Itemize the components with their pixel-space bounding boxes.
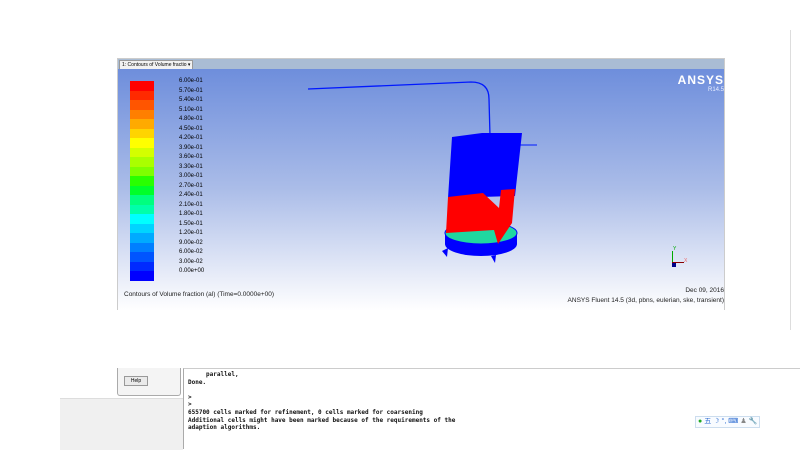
scrollbar[interactable] bbox=[790, 30, 800, 330]
axis-triad: Y X bbox=[670, 246, 690, 269]
blue-panel bbox=[448, 124, 522, 198]
graphics-window[interactable]: 1: Contours of Volume fractio ▾ 6.00e-01… bbox=[117, 58, 725, 311]
ime-logo-icon[interactable]: ● bbox=[698, 417, 702, 427]
wrench-icon[interactable]: 🔧 bbox=[749, 417, 758, 427]
ime-mode-icon[interactable]: 五 bbox=[704, 417, 711, 427]
left-panel bbox=[60, 398, 183, 450]
graphics-caption: Contours of Volume fraction (al) (Time=0… bbox=[118, 285, 724, 311]
user-icon[interactable]: ♟ bbox=[740, 417, 746, 427]
keyboard-icon[interactable]: ⌨ bbox=[728, 417, 738, 427]
punctuation-icon[interactable]: °, bbox=[722, 417, 727, 427]
console[interactable]: parallel, Done. > > 655700 cells marked … bbox=[183, 368, 800, 449]
pipe bbox=[307, 81, 491, 137]
help-button[interactable]: Help bbox=[124, 376, 148, 386]
model-geometry bbox=[307, 81, 537, 263]
ime-toolbar[interactable]: ● 五 ☽ °, ⌨ ♟ 🔧 bbox=[695, 416, 761, 428]
moon-icon[interactable]: ☽ bbox=[713, 417, 719, 427]
graphics-viewport[interactable]: 6.00e-01 5.70e-01 5.40e-01 5.10e-01 4.80e-01… bbox=[118, 69, 724, 285]
dialog-panel: Help bbox=[117, 368, 181, 396]
graphics-toolbar: 1: Contours of Volume fractio ▾ bbox=[118, 59, 724, 70]
